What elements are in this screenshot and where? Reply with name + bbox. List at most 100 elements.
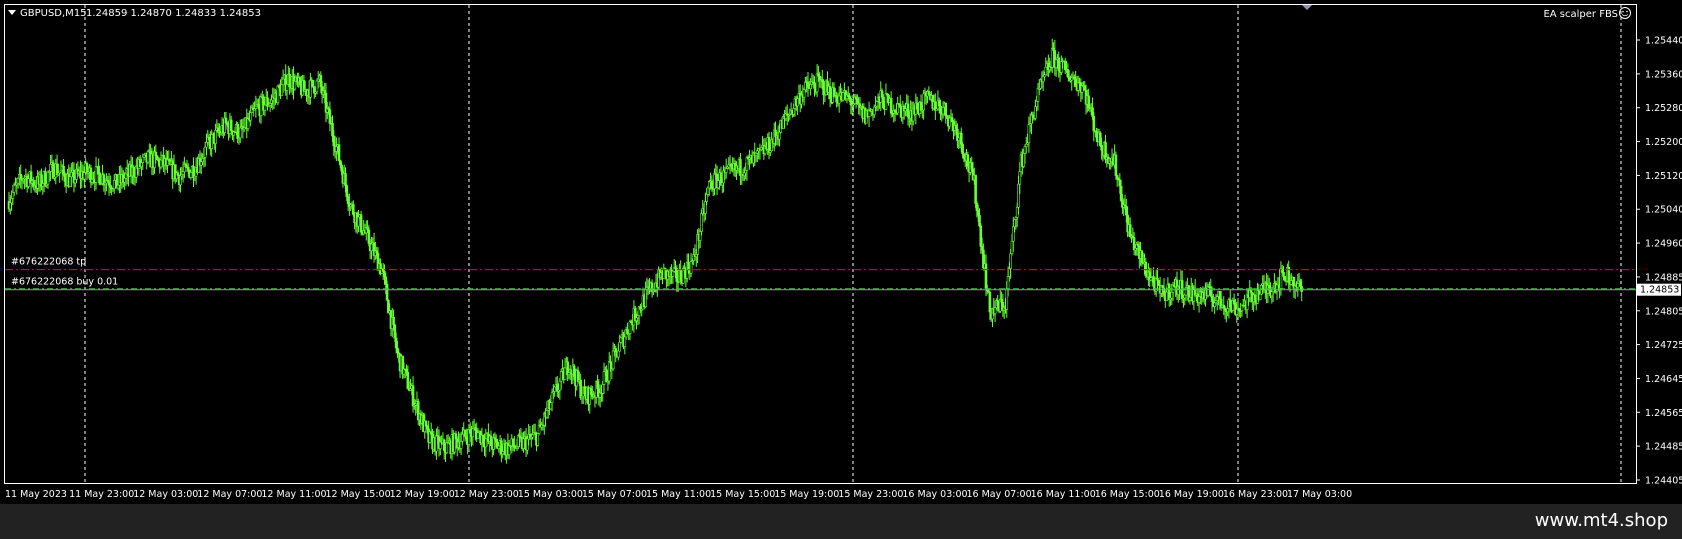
candle: [1279, 261, 1283, 296]
candle: [522, 431, 525, 453]
candle: [1213, 296, 1216, 315]
price-tick-label: 1.24565: [1645, 408, 1682, 419]
price-tick-label: 1.25280: [1645, 103, 1682, 114]
candle: [828, 78, 832, 108]
candle: [934, 93, 937, 120]
candle: [471, 420, 475, 446]
time-tick-label: 12 May 15:00: [326, 489, 391, 500]
candle: [270, 94, 273, 109]
candle: [85, 161, 89, 181]
site-url[interactable]: www.mt4.shop: [1535, 510, 1668, 531]
candle: [841, 91, 845, 102]
candle: [1209, 278, 1213, 298]
candle: [1222, 296, 1226, 316]
candle: [492, 433, 495, 456]
candle: [892, 104, 896, 123]
candle: [302, 75, 306, 92]
candle: [536, 433, 540, 447]
candle: [611, 342, 615, 371]
candle: [811, 74, 815, 84]
candle: [875, 100, 879, 112]
candle: [309, 72, 312, 105]
price-axis[interactable]: 1.25440 1.25360 1.25280 1.25200 1.25120 1.250…: [1636, 36, 1682, 487]
candle: [135, 158, 138, 183]
price-tick-label: 1.24725: [1645, 340, 1682, 351]
candle: [767, 131, 771, 160]
candle: [1240, 304, 1244, 317]
candle: [745, 155, 749, 181]
candle: [223, 112, 226, 136]
candle: [540, 421, 543, 431]
buy-label: #676222068 buy 0.01: [11, 277, 118, 288]
time-axis[interactable]: 11 May 2023 11 May 23:0012 May 03:0012 Ma…: [5, 489, 1352, 500]
candle: [1238, 307, 1241, 318]
candle: [107, 172, 111, 196]
time-tick-label: 15 May 07:00: [582, 489, 647, 500]
candle: [1001, 293, 1005, 317]
candle: [335, 137, 338, 162]
candle: [713, 168, 716, 196]
candle: [739, 153, 742, 185]
candle: [802, 87, 806, 106]
candle: [484, 428, 488, 458]
candle: [662, 263, 666, 279]
candle: [782, 114, 785, 129]
candle: [555, 375, 559, 397]
candle: [974, 174, 977, 209]
candle: [1053, 40, 1057, 76]
time-tick-label: 15 May 23:00: [838, 489, 903, 500]
candle: [1041, 70, 1045, 91]
candle: [370, 236, 373, 260]
candle: [507, 439, 511, 460]
candle: [607, 351, 611, 385]
candle: [1132, 232, 1136, 256]
time-tick-label: 12 May 03:00: [133, 489, 198, 500]
candle: [254, 95, 258, 118]
candle: [94, 157, 98, 190]
chart-shift-marker-icon[interactable]: [1302, 5, 1312, 10]
candle: [476, 427, 480, 440]
candle: [1169, 297, 1172, 306]
candle: [644, 281, 647, 309]
candle: [626, 322, 629, 335]
candle: [46, 170, 50, 189]
ohlc-values: 1.24859 1.24870 1.24833 1.24853: [86, 8, 261, 19]
candle: [89, 164, 93, 189]
candle: [68, 167, 72, 188]
time-tick-label: 15 May 03:00: [518, 489, 583, 500]
candle: [153, 146, 156, 174]
price-tick-label: 1.24885: [1645, 272, 1682, 283]
price-tick-label: 1.24405: [1645, 476, 1682, 487]
candle: [1083, 81, 1087, 91]
candle: [435, 428, 438, 460]
candle: [179, 167, 182, 193]
candle: [475, 422, 479, 443]
candle: [8, 195, 12, 215]
price-chart[interactable]: #676222068 tp #676222068 buy 0.01 GBPUSD…: [0, 0, 1682, 504]
candle: [815, 64, 819, 98]
candle: [598, 384, 602, 408]
candle: [246, 112, 250, 132]
candle: [467, 423, 471, 451]
candle: [618, 334, 621, 352]
time-tick-label: 15 May 11:00: [646, 489, 711, 500]
candle: [754, 152, 758, 163]
candle: [566, 357, 569, 382]
chart-canvas[interactable]: #676222068 tp #676222068 buy 0.01 GBPUSD…: [0, 0, 1682, 504]
dropdown-triangle-icon[interactable]: [8, 10, 16, 15]
candle: [809, 78, 812, 96]
candle: [489, 430, 493, 446]
candle: [364, 220, 368, 241]
candle: [49, 154, 52, 181]
time-tick-label: 16 May 23:00: [1223, 489, 1288, 500]
candle: [416, 398, 420, 426]
candle: [813, 76, 816, 97]
price-tick-label: 1.24485: [1645, 442, 1682, 453]
price-tick-label: 1.25040: [1645, 205, 1682, 216]
candle: [32, 176, 35, 191]
time-tick-label: 17 May 03:00: [1287, 489, 1352, 500]
candle: [102, 172, 106, 192]
price-tick-label: 1.24960: [1645, 239, 1682, 250]
candle: [835, 91, 838, 108]
time-tick-label: 16 May 07:00: [967, 489, 1032, 500]
